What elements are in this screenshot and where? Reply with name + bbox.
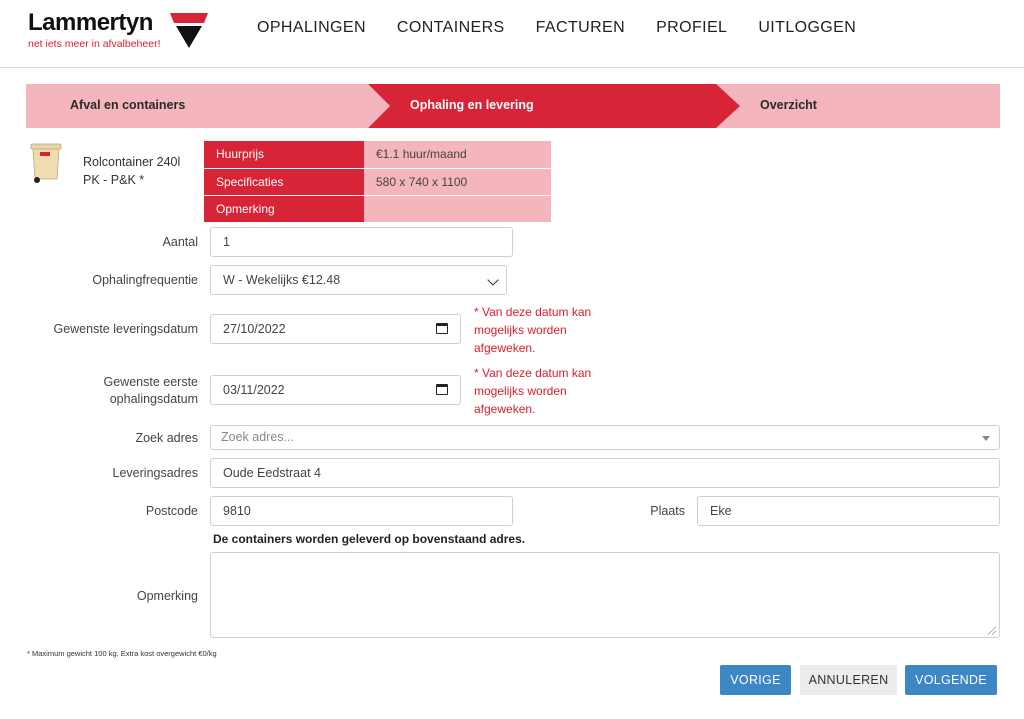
spec-key: Specificaties: [204, 168, 364, 196]
calendar-icon[interactable]: [436, 323, 448, 334]
frequentie-select[interactable]: W - Wekelijks €12.48: [210, 265, 507, 295]
opmerking-textarea[interactable]: [210, 552, 1000, 638]
nav-containers[interactable]: CONTAINERS: [397, 19, 505, 37]
annuleren-button[interactable]: ANNULEREN: [800, 665, 897, 695]
logo[interactable]: Lammertyn net iets meer in afvalbeheer!: [28, 9, 218, 57]
spec-value: €1.1 huur/maand: [364, 141, 551, 169]
spec-row: Specificaties 580 x 740 x 1100: [204, 168, 551, 196]
aantal-label: Aantal: [162, 235, 198, 249]
frequentie-label: Ophalingfrequentie: [92, 273, 198, 287]
chevron-down-icon: [487, 274, 499, 286]
main-nav: OPHALINGEN CONTAINERS FACTUREN PROFIEL U…: [257, 19, 887, 37]
volgende-button[interactable]: VOLGENDE: [905, 665, 997, 695]
ophalingsdatum-input[interactable]: 03/11/2022: [210, 375, 461, 405]
delivery-info: De containers worden geleverd op bovenst…: [213, 532, 526, 546]
ophalingsdatum-value: 03/11/2022: [223, 383, 285, 397]
leveringsdatum-label: Gewenste leveringsdatum: [53, 322, 198, 336]
calendar-icon[interactable]: [436, 384, 448, 395]
zoek-adres-placeholder: Zoek adres...: [221, 430, 294, 444]
ophalingsdatum-note: * Van deze datum kan mogelijks worden af…: [474, 366, 592, 416]
plaats-input[interactable]: Eke: [697, 496, 1000, 526]
leveringsdatum-input[interactable]: 27/10/2022: [210, 314, 461, 344]
nav-ophalingen[interactable]: OPHALINGEN: [257, 19, 366, 37]
caret-down-icon: [982, 436, 990, 441]
zoek-adres-input[interactable]: Zoek adres...: [210, 425, 1000, 450]
spec-key: Huurprijs: [204, 141, 364, 169]
spec-row: Huurprijs €1.1 huur/maand: [204, 141, 551, 169]
zoek-adres-label: Zoek adres: [135, 431, 198, 445]
leveringsdatum-note: * Van deze datum kan mogelijks worden af…: [474, 305, 592, 355]
resize-handle-icon[interactable]: [988, 627, 996, 635]
logo-mark-icon: [170, 13, 208, 48]
nav-facturen[interactable]: FACTUREN: [536, 19, 625, 37]
footnote: * Maximum gewicht 100 kg. Extra kost ove…: [27, 649, 217, 658]
container-image: [30, 143, 62, 183]
product-name: Rolcontainer 240l PK - P&K *: [83, 155, 181, 187]
leveringsadres-label: Leveringsadres: [112, 466, 198, 480]
spec-value: 580 x 740 x 1100: [364, 168, 551, 196]
plaats-label: Plaats: [650, 504, 685, 518]
header: Lammertyn net iets meer in afvalbeheer! …: [0, 0, 1024, 68]
aantal-input[interactable]: 1: [210, 227, 513, 257]
vorige-button[interactable]: VORIGE: [720, 665, 791, 695]
step-ophaling-en-levering[interactable]: Ophaling en levering: [410, 98, 534, 112]
spec-value: [364, 195, 551, 223]
nav-uitloggen[interactable]: UITLOGGEN: [758, 19, 856, 37]
step-overzicht[interactable]: Overzicht: [760, 98, 817, 112]
opmerking-label: Opmerking: [136, 589, 198, 603]
leveringsadres-input[interactable]: Oude Eedstraat 4: [210, 458, 1000, 488]
ophalingsdatum-label-line1: Gewenste eerste: [103, 375, 199, 389]
logo-wordmark: Lammertyn: [28, 9, 153, 36]
logo-tagline: net iets meer in afvalbeheer!: [28, 38, 161, 50]
spec-row: Opmerking: [204, 195, 551, 223]
step-afval-en-containers[interactable]: Afval en containers: [70, 98, 185, 112]
ophalingsdatum-label: Gewenste eerste ophalingsdatum: [40, 374, 199, 408]
nav-profiel[interactable]: PROFIEL: [656, 19, 727, 37]
progress-stepper: Afval en containers Ophaling en levering…: [26, 84, 1000, 128]
frequentie-selected-value: W - Wekelijks €12.48: [223, 273, 341, 287]
postcode-label: Postcode: [145, 504, 198, 518]
leveringsdatum-value: 27/10/2022: [223, 322, 286, 336]
ophalingsdatum-label-line2: ophalingsdatum: [109, 392, 198, 406]
spec-key: Opmerking: [204, 195, 364, 223]
postcode-input[interactable]: 9810: [210, 496, 513, 526]
product-spec-table: Huurprijs €1.1 huur/maand Specificaties …: [204, 141, 551, 223]
